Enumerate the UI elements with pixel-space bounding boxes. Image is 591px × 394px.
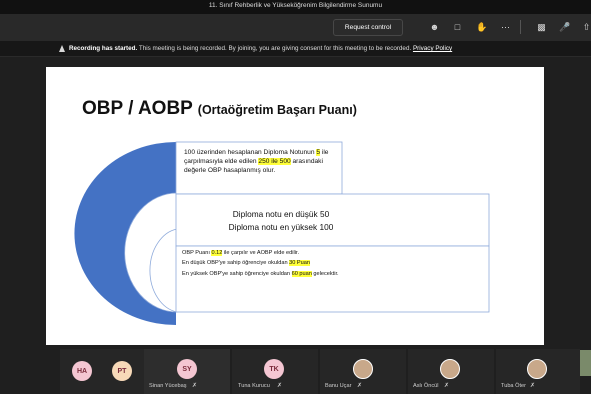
privacy-policy-link[interactable]: Privacy Policy (413, 45, 452, 52)
box-bottom-text: OBP Puanı 0.12 ile çarpılır ve AOBP elde… (182, 250, 362, 281)
highlight-30: 30 Puan (289, 260, 310, 267)
min-score-line-a: En düşük OBP'ye sahip öğrenciye okuldan (182, 260, 290, 267)
box-middle-text: Diploma notu en düşük 50 Diploma notu en… (181, 208, 381, 234)
box-top-text-a: 100 üzerinden hesaplanan Diploma Notunun (184, 149, 317, 156)
avatar (527, 359, 547, 379)
highlight-range: 250 ile 500 (258, 157, 291, 165)
aobp-line-c: ile çarpılır ve AOBP elde edilir. (222, 250, 300, 256)
participant-name: Banu Uçar (325, 383, 352, 389)
participant-name: Sinan Yücebaş (149, 383, 187, 389)
mic-off-icon[interactable]: 🎤 (559, 22, 570, 33)
slide-diagram (74, 141, 490, 325)
camera-off-icon[interactable]: ▩ (536, 22, 547, 33)
chat-icon[interactable]: □ (452, 22, 463, 33)
max-score-line: En yüksek OBP'ye sahip öğrenciye okuldan… (182, 270, 362, 278)
request-control-button[interactable]: Request control (333, 19, 403, 36)
max-score-line-c: gelecektir. (311, 270, 339, 277)
recording-banner: Recording has started. This meeting is b… (0, 41, 591, 57)
toolbar-divider (520, 20, 521, 34)
avatar (353, 359, 373, 379)
highlight-60: 60 puan (291, 270, 312, 277)
banner-bold-text: Recording has started. (69, 45, 138, 52)
avatar (440, 359, 460, 379)
title-bar: 11. Sınıf Rehberlik ve Yükseköğrenim Bil… (0, 0, 591, 14)
people-icon[interactable]: ☻ (429, 22, 440, 33)
mic-off-icon: ✗ (444, 383, 450, 389)
min-score-line: En düşük OBP'ye sahip öğrenciye okuldan … (182, 260, 362, 267)
share-icon[interactable]: ⇧ (581, 22, 591, 33)
banner-message: This meeting is being recorded. By joini… (138, 45, 412, 52)
min-diploma-text: Diploma notu en düşük 50 (232, 209, 330, 219)
highlight-multiplier: 0.12 (211, 250, 223, 256)
avatar: SY (177, 359, 197, 379)
aobp-line-a: OBP Puanı (182, 250, 212, 256)
participant-name: Aslı Öncül (413, 383, 439, 389)
participant-name: Tuba Öter (501, 383, 526, 389)
more-icon[interactable]: ⋯ (500, 22, 511, 33)
mic-off-icon: ✗ (357, 383, 363, 389)
avatar: HA (72, 361, 92, 381)
mic-off-icon: ✗ (192, 383, 198, 389)
max-score-line-a: En yüksek OBP'ye sahip öğrenciye okuldan (182, 270, 292, 277)
participant-name: Tuna Kurucu (238, 383, 270, 389)
shared-slide: OBP / AOBP (Ortaöğretim Başarı Puanı) 10… (46, 67, 544, 345)
warning-icon (59, 45, 65, 52)
avatar: PT (112, 361, 132, 381)
react-icon[interactable]: ✋ (476, 22, 487, 33)
aobp-line: OBP Puanı 0.12 ile çarpılır ve AOBP elde… (182, 250, 362, 257)
mic-off-icon: ✗ (277, 383, 283, 389)
box-top-text: 100 üzerinden hesaplanan Diploma Notunun… (184, 149, 346, 175)
max-diploma-text: Diploma notu en yüksek 100 (228, 222, 334, 232)
avatar: TK (264, 359, 284, 379)
window-title: 11. Sınıf Rehberlik ve Yükseköğrenim Bil… (208, 2, 383, 9)
mic-off-icon: ✗ (530, 383, 536, 389)
partial-participant-tile (580, 350, 591, 376)
